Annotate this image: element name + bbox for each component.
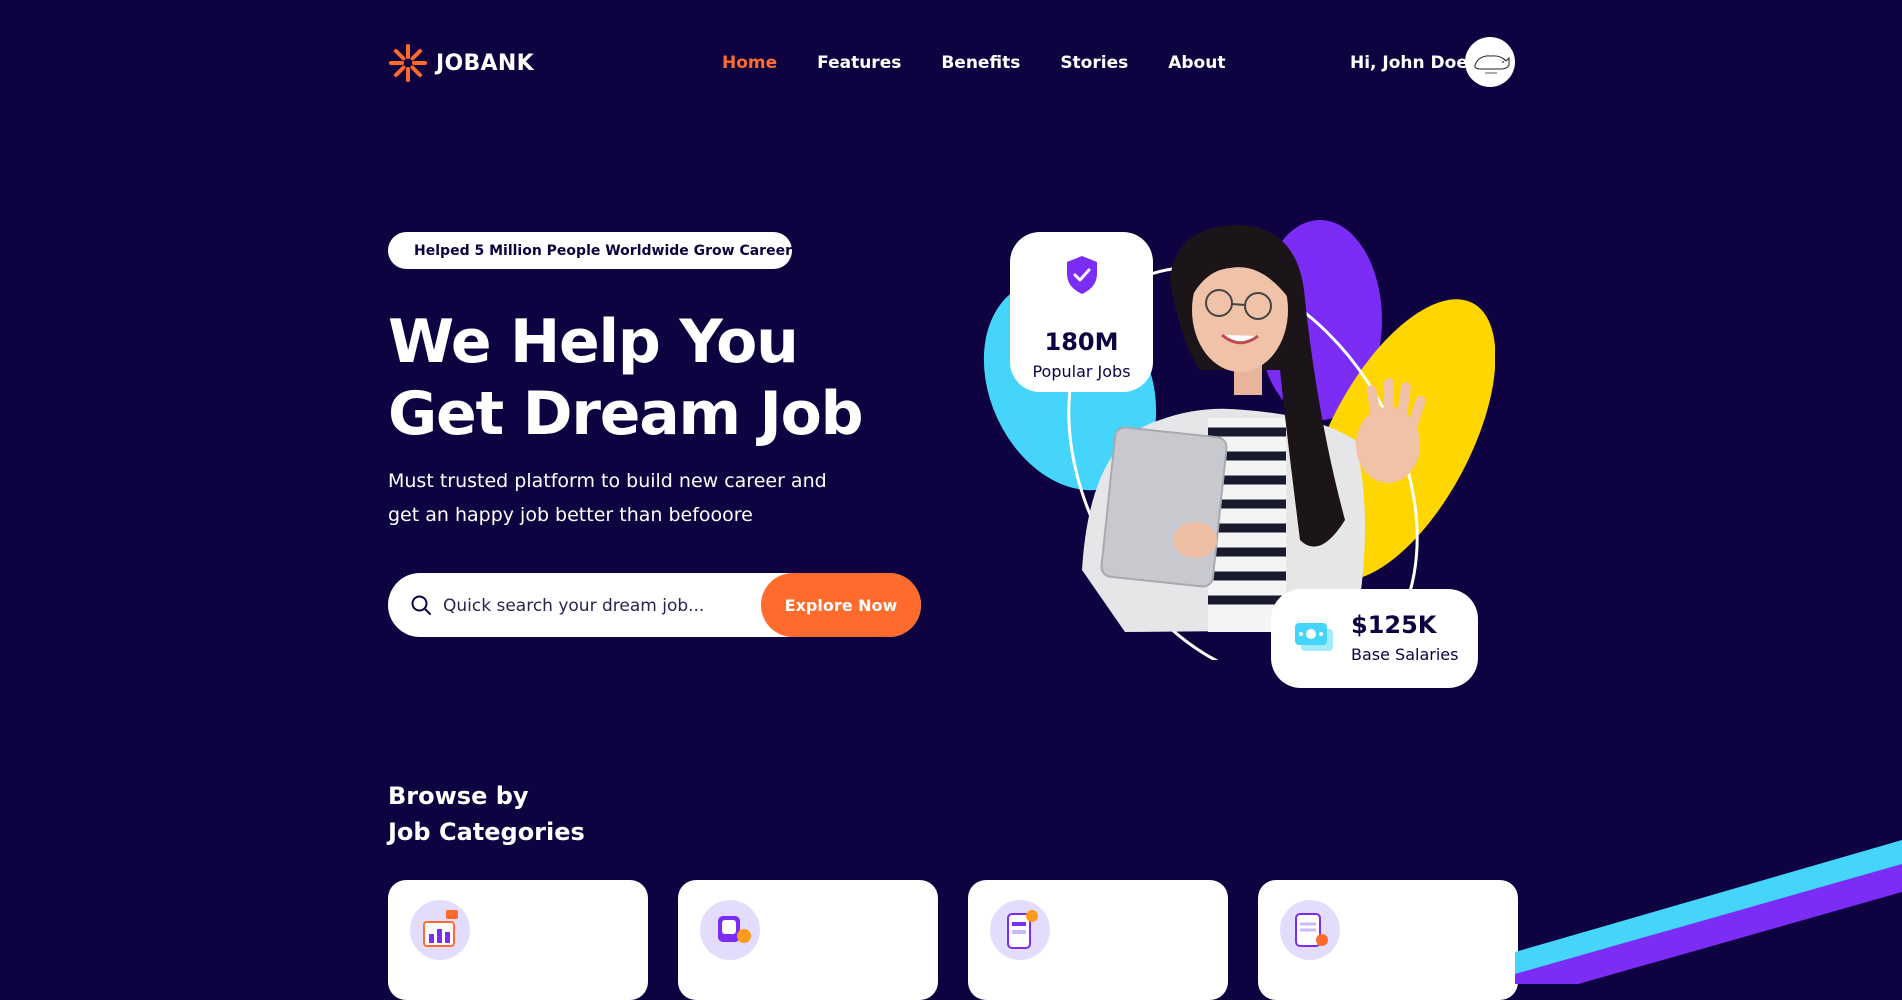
shield-check-icon [1064,254,1100,296]
category-card[interactable] [388,880,648,1000]
categories-title-line-2: Job Categories [388,814,585,850]
hero-badge: Helped 5 Million People Worldwide Grow C… [388,232,792,269]
nav-item-home[interactable]: Home [722,53,777,73]
search-doc-icon [1280,900,1340,960]
hero-subtitle: Must trusted platform to build new caree… [388,464,848,532]
categories-title-line-1: Browse by [388,778,585,814]
main-nav: Home Features Benefits Stories About [722,53,1225,73]
watch-coin-icon [700,900,760,960]
jobs-label: Popular Jobs [1010,362,1153,381]
stat-card-popular-jobs: 180M Popular Jobs [1010,232,1153,392]
hero-title: We Help You Get Dream Job [388,306,862,450]
category-card[interactable] [968,880,1228,1000]
search-bar: Explore Now [388,573,921,637]
categories-title: Browse by Job Categories [388,778,585,850]
money-icon [1293,619,1335,655]
salary-label: Base Salaries [1351,645,1458,664]
search-icon [410,594,432,616]
category-card[interactable] [1258,880,1518,1000]
nav-item-features[interactable]: Features [817,53,901,73]
explore-now-button[interactable]: Explore Now [761,573,921,637]
hero-title-line-1: We Help You [388,306,862,378]
salary-value: $125K [1351,611,1436,639]
hero-title-line-2: Get Dream Job [388,378,862,450]
decorative-stripes [1515,820,1902,984]
brand-logo[interactable]: JOBANK [388,43,534,83]
sunburst-logo-icon [388,43,428,83]
badge-text: Helped 5 Million People Worldwide Grow C… [414,243,792,259]
nav-item-stories[interactable]: Stories [1060,53,1128,73]
category-card[interactable] [678,880,938,1000]
nav-item-about[interactable]: About [1168,53,1225,73]
jobs-count: 180M [1010,328,1153,356]
avatar[interactable] [1465,37,1515,87]
stat-card-base-salaries: $125K Base Salaries [1271,589,1478,688]
mobile-dev-icon [990,900,1050,960]
user-greeting: Hi, John Doe [1350,53,1468,73]
search-input[interactable] [441,573,745,639]
cat-sketch-icon [1465,37,1515,87]
chart-growth-icon [410,900,470,960]
nav-item-benefits[interactable]: Benefits [941,53,1020,73]
brand-name: JOBANK [436,51,534,76]
